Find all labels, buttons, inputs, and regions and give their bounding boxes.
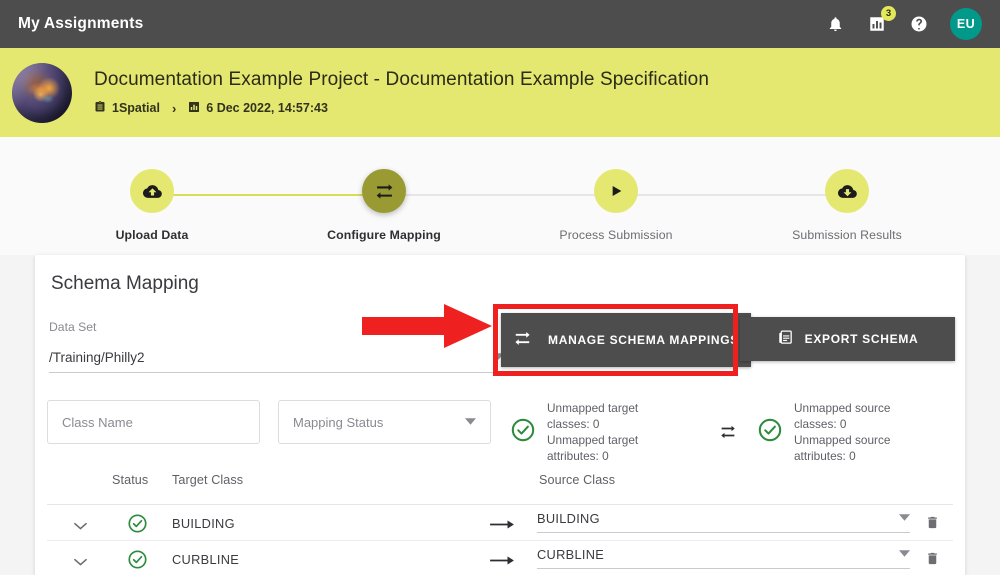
cloud-download-icon[interactable] [825, 169, 869, 213]
breadcrumb-separator: › [171, 100, 177, 116]
unmapped-source-classes: Unmapped source classes: 0 [794, 401, 891, 432]
trash-icon[interactable] [925, 514, 940, 536]
breadcrumb-date: 6 Dec 2022, 14:57:43 [188, 101, 328, 116]
chevron-down-icon [465, 417, 476, 427]
step-submission-results[interactable]: Submission Results [767, 169, 927, 242]
app-bar: My Assignments 3 EU [0, 0, 1000, 48]
unmapped-source-attributes: Unmapped source attributes: 0 [794, 433, 891, 464]
breadcrumb-org-label: 1Spatial [112, 101, 160, 116]
step-upload-data[interactable]: Upload Data [72, 169, 232, 242]
mapping-status-select[interactable]: Mapping Status [278, 400, 491, 444]
target-class-value: CURBLINE [172, 552, 240, 567]
check-circle-icon [510, 417, 536, 448]
arrow-right-icon [490, 553, 514, 571]
dataset-value: /Training/Philly2 [49, 350, 145, 365]
project-banner-text: Documentation Example Project - Document… [94, 69, 709, 117]
swap-horizontal-icon [717, 423, 739, 446]
target-class-value: BUILDING [172, 516, 235, 531]
step-label: Upload Data [115, 228, 189, 242]
table-row[interactable]: CURBLINE CURBLINE [47, 541, 953, 575]
dataset-label: Data Set [49, 320, 97, 334]
chevron-down-icon [899, 550, 910, 559]
arrow-right-icon [490, 517, 514, 535]
workflow-stepper: Upload Data Configure Mapping Process Su… [0, 137, 1000, 255]
breadcrumb-org[interactable]: 1Spatial [94, 100, 160, 116]
globe-avatar [12, 62, 72, 123]
schema-mapping-card: Schema Mapping Data Set /Training/Philly… [35, 255, 965, 575]
step-label: Process Submission [559, 228, 673, 242]
export-document-icon [777, 329, 794, 349]
avatar[interactable]: EU [950, 8, 982, 40]
bar-chart-icon[interactable]: 3 [866, 6, 896, 35]
class-name-placeholder: Class Name [62, 414, 133, 430]
project-banner: Documentation Example Project - Document… [0, 48, 1000, 137]
breadcrumb-date-label: 6 Dec 2022, 14:57:43 [206, 101, 328, 116]
step-process-submission[interactable]: Process Submission [536, 169, 696, 242]
unmapped-source-summary: Unmapped source classes: 0 Unmapped sour… [757, 400, 926, 464]
source-class-value: CURBLINE [537, 547, 605, 562]
cloud-upload-icon[interactable] [130, 169, 174, 213]
project-title: Documentation Example Project - Document… [94, 68, 709, 90]
column-header-target-class: Target Class [172, 473, 244, 487]
column-header-status: Status [112, 473, 149, 487]
unmapped-target-summary: Unmapped target classes: 0 Unmapped targ… [510, 400, 679, 464]
unmapped-target-attributes: Unmapped target attributes: 0 [547, 433, 639, 464]
source-class-select[interactable]: CURBLINE [537, 547, 910, 569]
class-name-input[interactable]: Class Name [47, 400, 260, 444]
trash-icon[interactable] [925, 550, 940, 572]
mapping-status-placeholder: Mapping Status [293, 414, 384, 430]
bell-icon[interactable] [824, 13, 846, 35]
step-label: Configure Mapping [327, 228, 441, 242]
source-class-value: BUILDING [537, 511, 600, 526]
source-class-select[interactable]: BUILDING [537, 511, 910, 533]
play-icon[interactable] [594, 169, 638, 213]
app-bar-actions: 3 EU [824, 6, 984, 40]
clipboard-icon [94, 100, 106, 116]
unmapped-target-classes: Unmapped target classes: 0 [547, 401, 639, 432]
chevron-down-icon[interactable] [74, 517, 87, 535]
unmapped-source-text: Unmapped source classes: 0 Unmapped sour… [794, 400, 926, 464]
step-configure-mapping[interactable]: Configure Mapping [304, 169, 464, 242]
export-schema-button[interactable]: EXPORT SCHEMA [740, 317, 955, 361]
unmapped-target-text: Unmapped target classes: 0 Unmapped targ… [547, 400, 679, 464]
table-header: Status Target Class Source Class [47, 473, 953, 505]
table-row[interactable]: BUILDING BUILDING [47, 505, 953, 541]
check-circle-icon [127, 513, 148, 539]
manage-schema-mappings-button[interactable]: MANAGE SCHEMA MAPPINGS [501, 313, 751, 367]
column-header-source-class: Source Class [539, 473, 616, 487]
reports-badge: 3 [881, 6, 896, 21]
check-circle-icon [127, 549, 148, 575]
dataset-select[interactable]: /Training/Philly2 [49, 350, 504, 373]
card-title: Schema Mapping [51, 273, 199, 294]
step-label: Submission Results [792, 228, 902, 242]
help-circle-icon[interactable] [908, 13, 930, 35]
swap-horizontal-icon [513, 329, 532, 351]
breadcrumb: 1Spatial › 6 Dec 2022, 14:57:43 [94, 100, 709, 116]
chevron-down-icon[interactable] [74, 553, 87, 571]
page-title: My Assignments [18, 15, 144, 32]
swap-horizontal-icon[interactable] [362, 169, 406, 213]
manage-schema-mappings-label: MANAGE SCHEMA MAPPINGS [548, 332, 739, 347]
bar-chart-icon [188, 101, 200, 116]
export-schema-label: EXPORT SCHEMA [804, 332, 919, 346]
chevron-down-icon [899, 514, 910, 523]
check-circle-icon [757, 417, 783, 448]
